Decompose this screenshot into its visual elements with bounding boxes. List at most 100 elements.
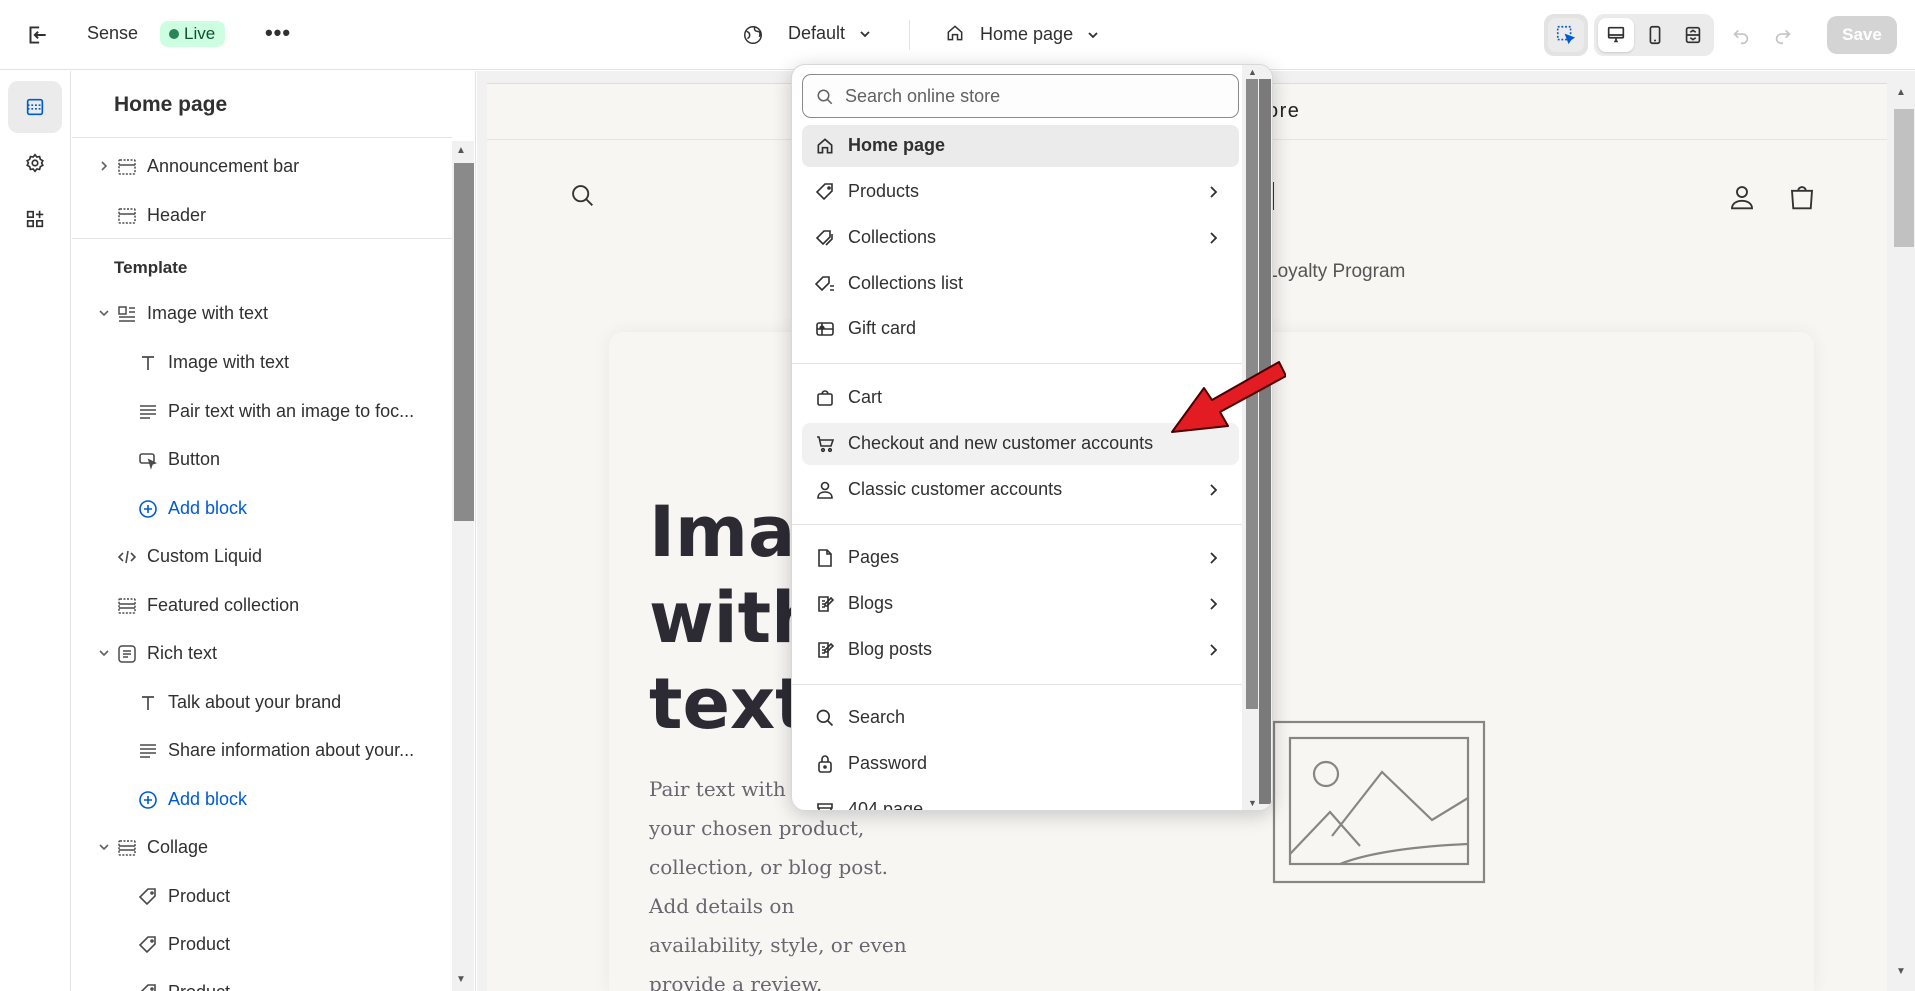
sidebar-item-featured-collection[interactable]: Featured collection — [118, 592, 300, 618]
account-icon[interactable] — [1727, 182, 1757, 212]
block-heading[interactable]: Talk about your brand — [142, 689, 341, 715]
redo-icon[interactable] — [1772, 24, 1794, 46]
search-field[interactable] — [802, 74, 1239, 118]
block-product[interactable]: Product — [138, 883, 230, 909]
sections-icon — [26, 98, 44, 116]
tags-icon — [815, 230, 833, 246]
add-block-label: Add block — [168, 789, 248, 809]
gift-card-icon — [816, 322, 834, 336]
scroll-down-icon[interactable]: ▼ — [1248, 798, 1257, 808]
apps-tab[interactable] — [8, 193, 62, 245]
sidebar-item-label: Image with text — [168, 352, 290, 372]
divider — [792, 524, 1252, 525]
bag-icon[interactable] — [1787, 182, 1817, 212]
image-with-text-icon — [118, 306, 135, 322]
scroll-up-icon[interactable]: ▲ — [456, 145, 466, 156]
plus-circle-icon — [139, 791, 157, 809]
block-button[interactable]: Button — [139, 446, 220, 472]
block-product[interactable]: Product — [138, 931, 230, 957]
block-text[interactable]: Share information about your... — [140, 737, 414, 763]
apps-icon — [26, 210, 44, 228]
fullscreen-icon[interactable] — [1682, 24, 1704, 46]
mobile-icon[interactable] — [1644, 24, 1666, 46]
undo-icon[interactable] — [1730, 24, 1752, 46]
chevron-right-icon — [1210, 598, 1218, 610]
select-element-icon — [1556, 25, 1576, 45]
add-block-button[interactable]: Add block — [139, 495, 248, 521]
exit-icon[interactable] — [24, 22, 50, 48]
sections-tab[interactable] — [8, 81, 62, 133]
search-input[interactable] — [845, 75, 1225, 117]
theme-name: Sense — [87, 23, 139, 43]
live-dot-icon — [169, 29, 179, 39]
menu-item-password[interactable]: Password — [802, 743, 1239, 785]
menu-item-gift-card[interactable]: Gift card — [802, 308, 1239, 350]
store-icon — [817, 803, 833, 810]
text-icon — [142, 696, 154, 710]
cart-icon — [817, 436, 835, 453]
rich-text-icon — [118, 645, 136, 663]
scroll-down-icon[interactable]: ▼ — [1896, 966, 1906, 977]
add-block-button[interactable]: Add block — [139, 786, 248, 812]
blog-post-icon — [818, 642, 835, 658]
sidebar-scrollbar-thumb[interactable] — [454, 163, 474, 521]
sidebar-item-label: Rich text — [147, 643, 218, 663]
sidebar-item-custom-liquid[interactable]: Custom Liquid — [117, 543, 263, 569]
page-selector[interactable]: Home page — [945, 23, 1100, 45]
menu-item-label: Home page — [848, 135, 946, 155]
nav-link-loyalty[interactable]: Loyalty Program — [1267, 261, 1405, 283]
menu-item-home-page[interactable]: Home page — [802, 125, 1239, 167]
scroll-up-icon[interactable]: ▲ — [1248, 67, 1257, 77]
scroll-up-icon[interactable]: ▲ — [1896, 87, 1906, 98]
block-product[interactable]: Product — [140, 979, 230, 991]
inspector-toggle[interactable] — [1548, 18, 1584, 52]
dropdown-scrollbar-thumb-outer[interactable] — [1259, 79, 1271, 804]
menu-item-label: 404 page — [848, 799, 924, 811]
menu-item-blog-posts[interactable]: Blog posts — [802, 629, 1239, 671]
block-text[interactable]: Pair text with an image to foc... — [140, 398, 414, 424]
menu-item-label: Pages — [848, 547, 900, 567]
menu-item-search[interactable]: Search — [802, 697, 1239, 739]
lock-icon — [818, 755, 832, 773]
menu-item-label: Gift card — [848, 318, 917, 338]
sidebar-item-rich-text[interactable]: Rich text — [99, 640, 218, 666]
menu-item-label: Cart — [848, 387, 883, 407]
menu-item-label: Password — [848, 753, 928, 773]
save-button[interactable]: Save — [1827, 16, 1897, 54]
menu-item-collections-list[interactable]: Collections list — [802, 263, 1239, 305]
more-actions-button[interactable]: ••• — [264, 18, 292, 48]
plus-circle-icon — [139, 500, 157, 518]
menu-item-collections[interactable]: Collections — [802, 217, 1239, 259]
menu-item-products[interactable]: Products — [802, 171, 1239, 213]
section-icon — [118, 598, 136, 614]
theme-preset-selector[interactable]: Default — [788, 23, 872, 44]
menu-item-blogs[interactable]: Blogs — [802, 583, 1239, 625]
sidebar-item-collage[interactable]: Collage — [99, 834, 208, 860]
scroll-down-icon[interactable]: ▼ — [456, 974, 466, 985]
divider — [72, 238, 452, 239]
blog-icon — [818, 596, 835, 612]
dropdown-scrollbar[interactable]: ▲ ▼ — [1242, 65, 1272, 810]
menu-item-classic-customer-accounts[interactable]: Classic customer accounts — [802, 469, 1239, 511]
button-icon — [139, 453, 158, 470]
sidebar-item-header[interactable]: Header — [118, 202, 206, 228]
sidebar-item-label: Featured collection — [147, 595, 300, 615]
add-block-label: Add block — [168, 498, 248, 518]
menu-item-pages[interactable]: Pages — [802, 537, 1239, 579]
preview-scrollbar-thumb[interactable] — [1894, 109, 1914, 247]
globe-icon[interactable] — [742, 24, 764, 46]
menu-item-404-page[interactable]: 404 page — [802, 789, 1239, 811]
desktop-view-button[interactable] — [1598, 18, 1634, 52]
sidebar-item-label: Custom Liquid — [147, 546, 263, 566]
chevron-right-icon — [1210, 644, 1218, 656]
menu-item-label: Collections — [848, 227, 937, 247]
divider — [909, 20, 910, 50]
theme-settings-tab[interactable] — [8, 137, 62, 189]
block-heading[interactable]: Image with text — [142, 349, 290, 375]
sidebar-item-announcement-bar[interactable]: Announcement bar — [101, 153, 299, 179]
inspector-toggle-group — [1544, 14, 1588, 56]
template-heading: Template — [114, 258, 188, 277]
search-icon[interactable] — [569, 182, 597, 210]
menu-item-label: Checkout and new customer accounts — [848, 433, 1154, 453]
sidebar-item-image-with-text[interactable]: Image with text — [99, 300, 268, 326]
